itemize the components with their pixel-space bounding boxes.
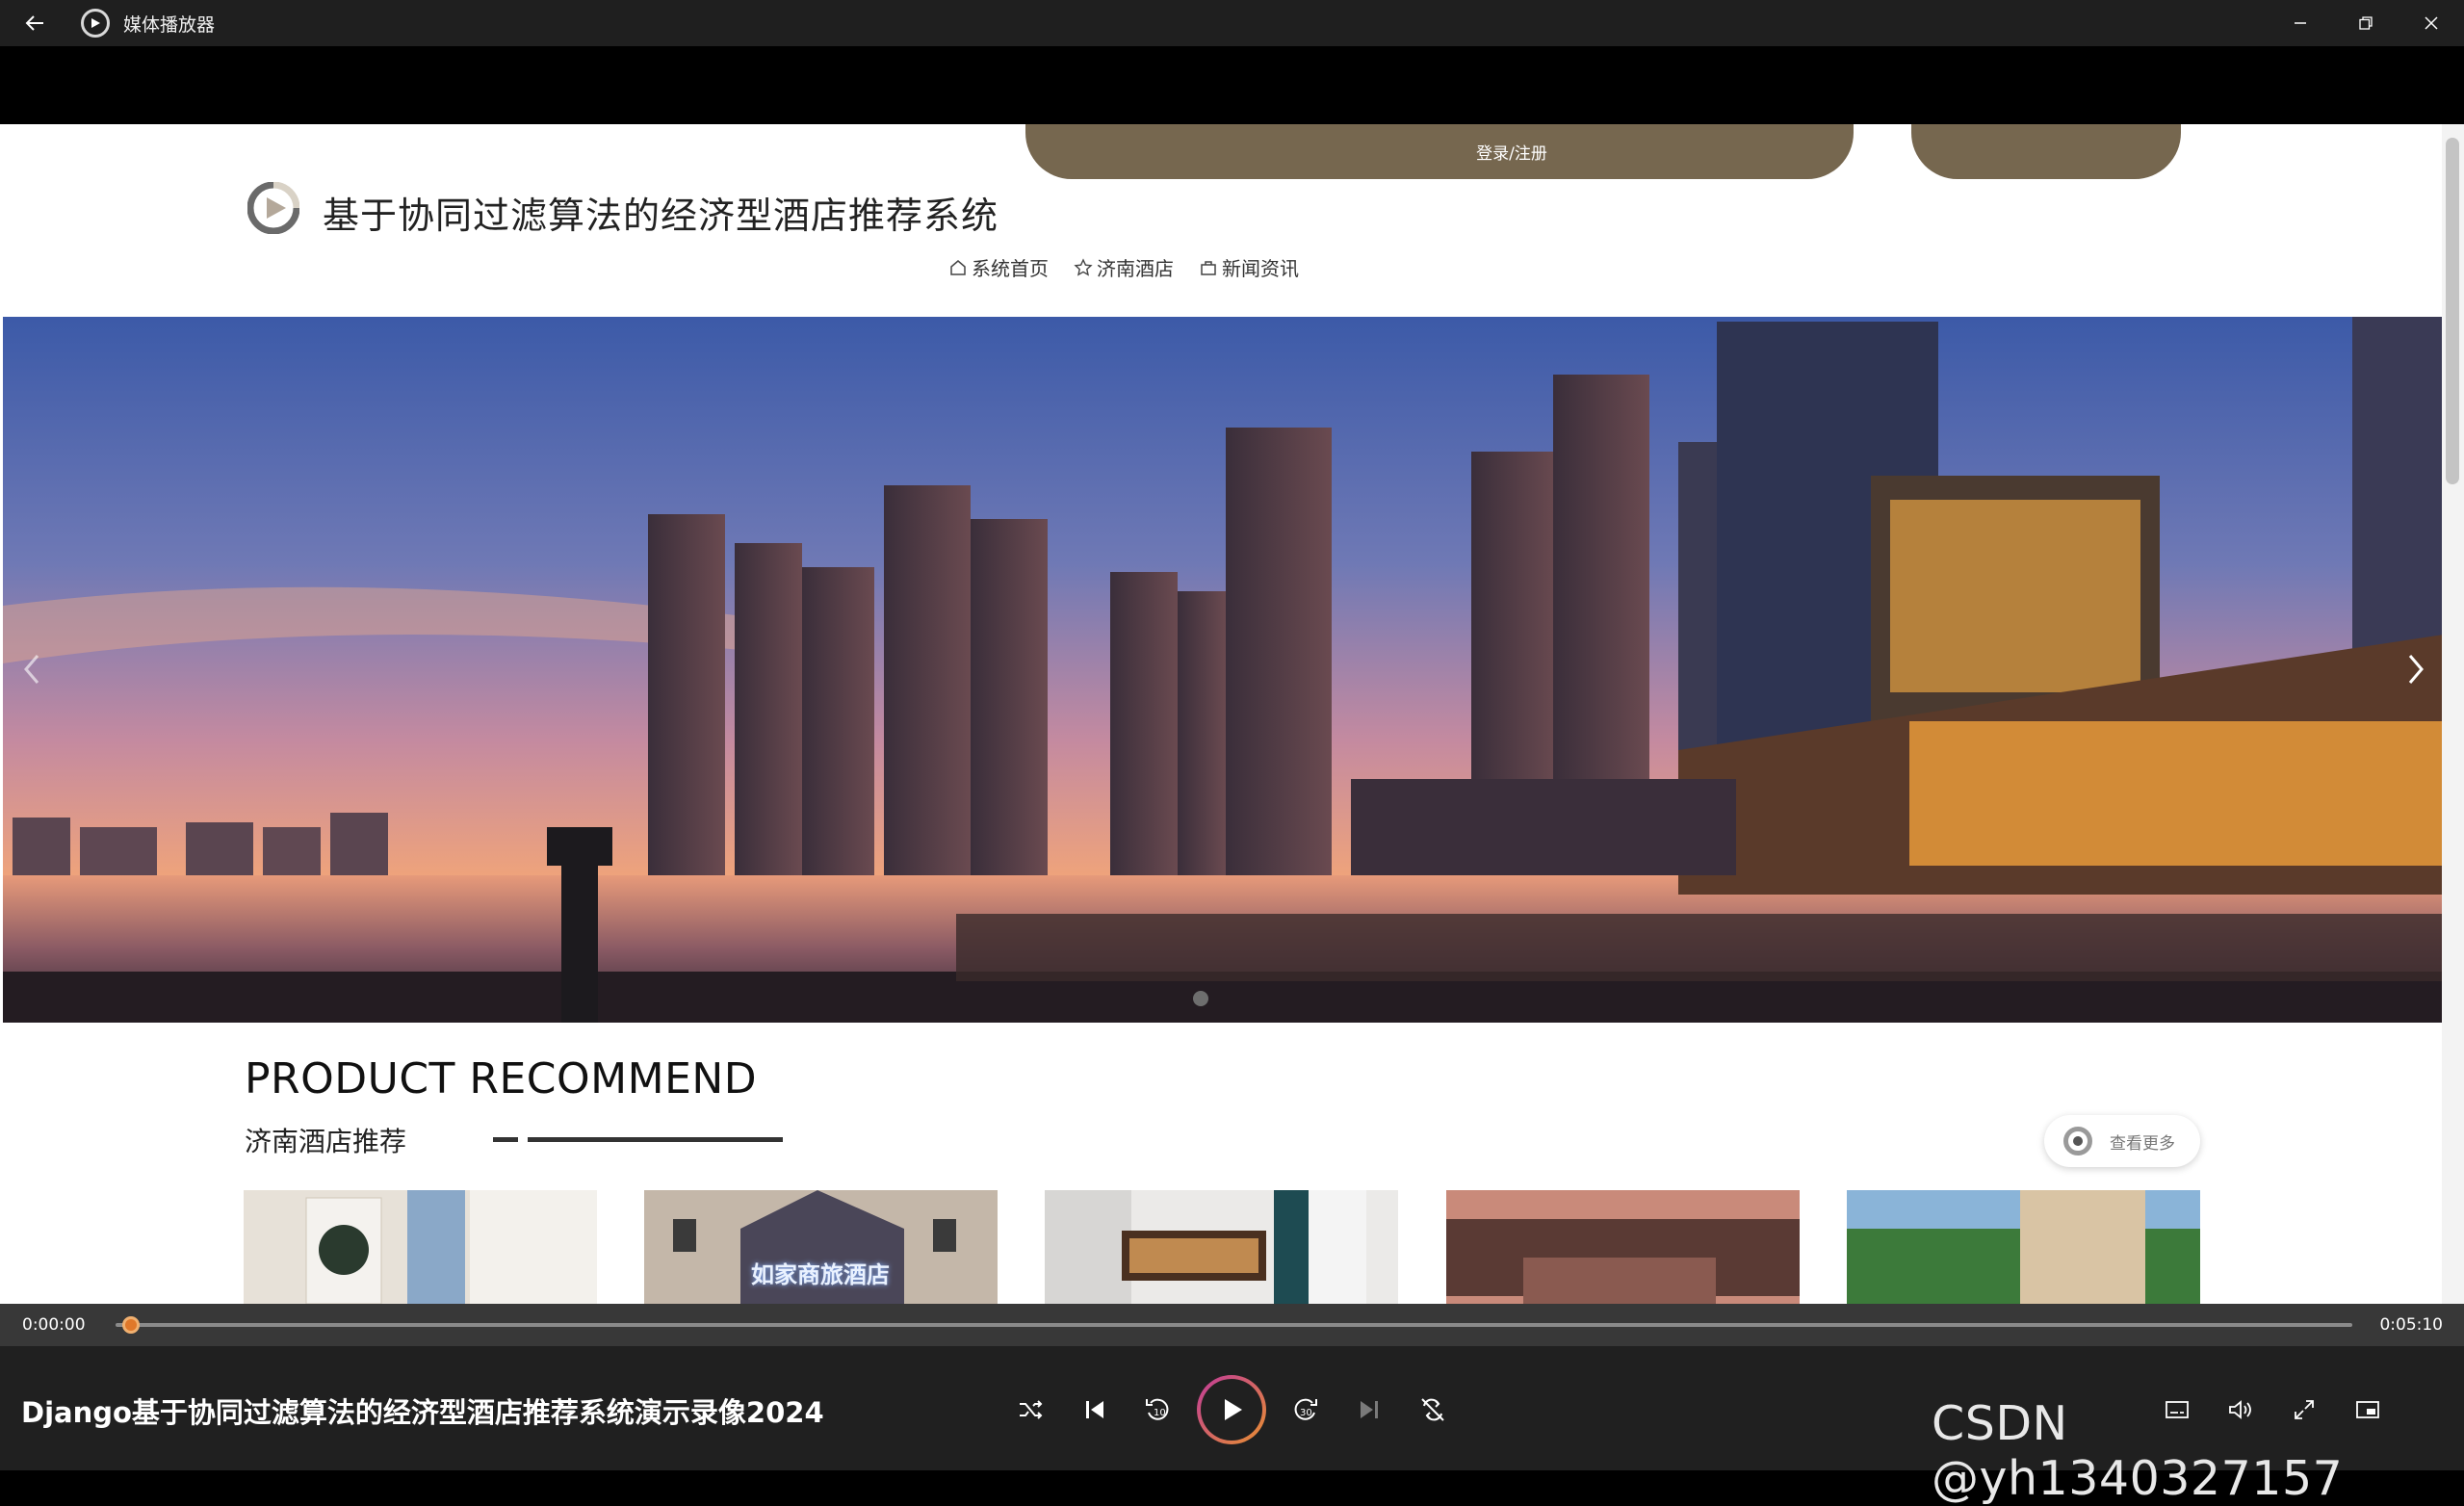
carousel-next-icon[interactable] [2404, 652, 2427, 687]
video-frame-webpage[interactable]: 登录/注册 基于协同过滤算法的经济型酒店推荐系统 系统首页 济南酒店 新闻资讯 [0, 124, 2464, 1304]
restore-icon [2359, 16, 2373, 30]
video-letterbox-top [0, 46, 2464, 124]
nav-item-jinan-hotels[interactable]: 济南酒店 [1074, 253, 1174, 281]
nav-item-label: 系统首页 [972, 257, 1049, 280]
seek-thumb[interactable] [122, 1316, 140, 1334]
hero-banner-carousel[interactable] [3, 317, 2444, 1023]
svg-text:10: 10 [1154, 1408, 1166, 1418]
star-icon [1074, 257, 1093, 276]
shuffle-icon [1020, 1400, 1043, 1419]
rewind-10-icon: 10 [1146, 1398, 1169, 1420]
fullscreen-button[interactable] [2279, 1385, 2329, 1435]
forward-30-button[interactable]: 30 [1281, 1385, 1331, 1435]
skip-next-icon [1361, 1401, 1378, 1418]
nav-item-home[interactable]: 系统首页 [948, 253, 1049, 281]
section-divider-short [493, 1137, 518, 1142]
carousel-prev-icon[interactable] [20, 652, 43, 687]
minimize-button[interactable] [2268, 0, 2333, 46]
forward-30-icon: 30 [1294, 1398, 1317, 1420]
nav-item-news[interactable]: 新闻资讯 [1199, 253, 1299, 281]
total-time: 0:05:10 [2379, 1315, 2443, 1335]
section-title-english: PRODUCT RECOMMEND [245, 1054, 758, 1104]
bag-icon [1201, 260, 1216, 275]
fullscreen-icon [2295, 1400, 2314, 1419]
close-icon [2425, 16, 2438, 30]
hotel-sign-text: 如家商旅酒店 [751, 1261, 890, 1288]
window-title: 媒体播放器 [123, 13, 216, 36]
carousel-indicator-dot[interactable] [1193, 991, 1208, 1006]
hotel-card-2[interactable]: 如家商旅酒店 [644, 1190, 998, 1304]
hotel-card-1[interactable] [244, 1190, 597, 1304]
nav-item-label: 济南酒店 [1097, 257, 1174, 280]
home-icon [950, 259, 966, 275]
nav-item-label: 新闻资讯 [1222, 257, 1299, 280]
captions-icon [2166, 1401, 2189, 1418]
hotel-exterior-photo [1847, 1190, 2200, 1304]
video-title: Django基于协同过滤算法的经济型酒店推荐系统演示录像2024 [21, 1396, 824, 1429]
mini-player-button[interactable] [2343, 1385, 2393, 1435]
volume-icon [2229, 1400, 2251, 1419]
restore-button[interactable] [2333, 0, 2399, 46]
view-more-label: 查看更多 [2110, 1133, 2175, 1154]
rewind-10-button[interactable]: 10 [1132, 1385, 1182, 1435]
previous-button[interactable] [1070, 1385, 1120, 1435]
login-register-label: 登录/注册 [1476, 144, 1547, 164]
hotel-card-5[interactable] [1847, 1190, 2200, 1304]
svg-text:30: 30 [1300, 1408, 1312, 1418]
section-divider-long [528, 1137, 783, 1142]
site-title: 基于协同过滤算法的经济型酒店推荐系统 [323, 195, 999, 237]
player-controls: Django基于协同过滤算法的经济型酒店推荐系统演示录像2024 10 30 C… [0, 1346, 2464, 1506]
hotel-room-photo [244, 1190, 597, 1304]
captions-button[interactable] [2152, 1385, 2202, 1435]
section-title-chinese: 济南酒店推荐 [245, 1126, 407, 1157]
site-logo-icon [247, 182, 299, 234]
back-button[interactable] [12, 0, 58, 46]
close-button[interactable] [2399, 0, 2464, 46]
login-register-tab[interactable]: 登录/注册 [1025, 124, 1854, 179]
header-tab-decoration [1911, 124, 2181, 179]
repeat-off-button[interactable] [1408, 1385, 1458, 1435]
view-more-button[interactable]: 查看更多 [2044, 1115, 2200, 1167]
arrow-left-icon [25, 15, 43, 31]
next-button[interactable] [1344, 1385, 1394, 1435]
page-scrollbar-thumb[interactable] [2446, 138, 2459, 484]
hotel-card-3[interactable] [1045, 1190, 1398, 1304]
view-more-icon [2063, 1127, 2092, 1155]
skip-previous-icon [1086, 1401, 1103, 1418]
repeat-off-icon [1421, 1398, 1444, 1421]
hotel-card-4[interactable] [1446, 1190, 1800, 1304]
current-time: 0:00:00 [22, 1315, 86, 1335]
top-navigation: 系统首页 济南酒店 新闻资讯 [948, 253, 1299, 281]
volume-button[interactable] [2216, 1385, 2266, 1435]
mini-player-icon [2356, 1401, 2379, 1418]
city-skyline-photo [3, 317, 2444, 1023]
media-player-app-icon [81, 9, 110, 38]
hotel-room-photo [1045, 1190, 1398, 1304]
minimize-icon [2295, 22, 2306, 24]
window-titlebar: 媒体播放器 [0, 0, 2464, 46]
player-timeline: 0:00:00 0:05:10 [0, 1304, 2464, 1346]
shuffle-button[interactable] [1006, 1385, 1056, 1435]
seek-bar[interactable] [116, 1323, 2352, 1327]
play-button[interactable] [1197, 1375, 1266, 1444]
play-icon [1225, 1399, 1242, 1420]
hotel-exterior-photo [1446, 1190, 1800, 1304]
